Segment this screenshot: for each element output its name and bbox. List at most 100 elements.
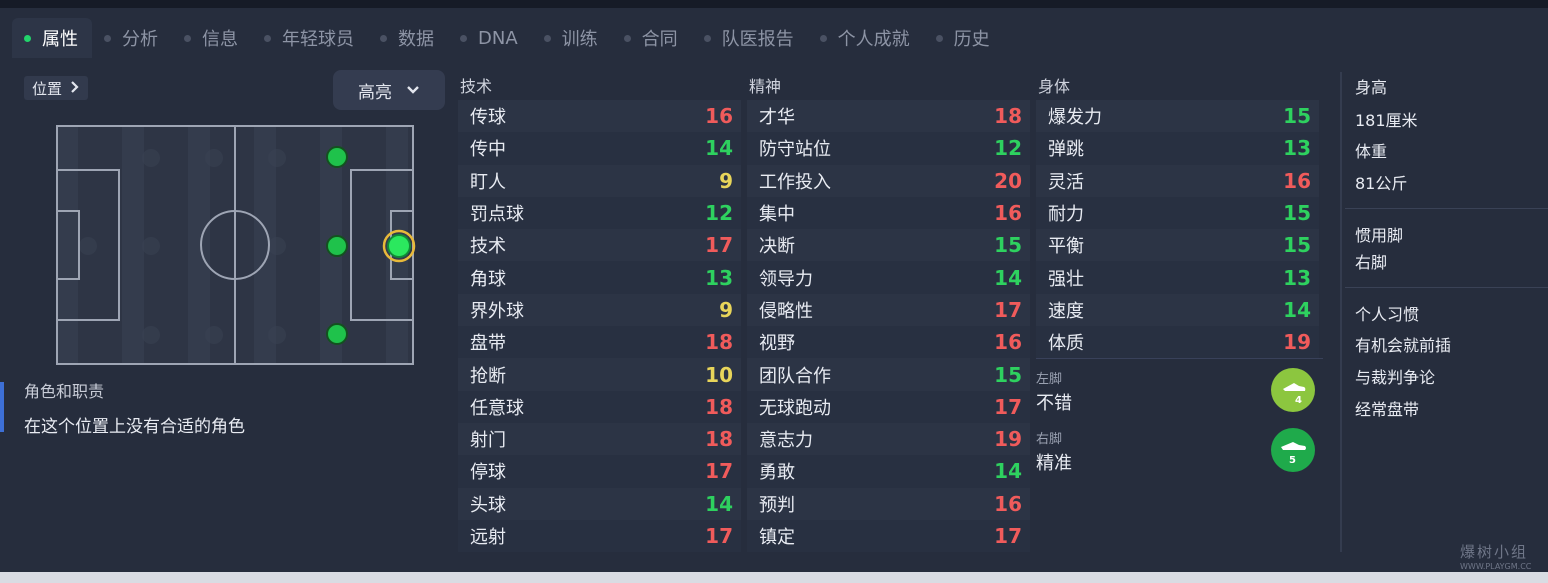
position-marker-forward-left xyxy=(326,146,348,168)
attribute-row[interactable]: 耐力 15 xyxy=(1036,196,1319,230)
tab-youth[interactable]: 年轻球员 xyxy=(252,18,368,58)
attribute-value: 17 xyxy=(705,524,733,548)
attribute-value: 15 xyxy=(1283,233,1311,258)
weight-label: 体重 xyxy=(1355,142,1388,161)
attribute-row[interactable]: 勇敢 14 xyxy=(747,455,1030,488)
boot-rating-icon: 5 xyxy=(1271,428,1315,472)
tab-label: 数据 xyxy=(398,29,434,50)
attribute-row[interactable]: 领导力 14 xyxy=(747,261,1030,294)
attribute-value: 16 xyxy=(994,201,1022,226)
tab-dna[interactable]: DNA xyxy=(448,18,532,58)
tab-label: 队医报告 xyxy=(721,29,794,50)
tab-status-dot xyxy=(380,34,387,42)
attribute-name: 传球 xyxy=(470,107,506,129)
attribute-name: 视野 xyxy=(759,333,795,355)
attribute-row[interactable]: 射门 18 xyxy=(458,422,741,456)
tab-history[interactable]: 历史 xyxy=(924,18,1004,58)
attribute-row[interactable]: 罚点球 12 xyxy=(458,196,741,230)
physical-attributes: 身体 爆发力 15 弹跳 13 灵活 16 耐力 15 平衡 15 强壮 13 速度 14 体质 19 xyxy=(1036,74,1319,359)
tab-achievements[interactable]: 个人成就 xyxy=(808,18,924,58)
attribute-row[interactable]: 界外球 9 xyxy=(458,293,741,327)
tab-attributes[interactable]: 属性 xyxy=(12,18,92,58)
technical-attributes: 技术 传球 16 传中 14 盯人 9 罚点球 12 技术 17 角球 13 界外球 9 盘带 18 抢断 10 任… xyxy=(458,74,741,553)
divider xyxy=(1345,287,1548,288)
highlight-dropdown[interactable]: 高亮 xyxy=(333,70,445,110)
height-label: 身高 xyxy=(1355,78,1388,97)
attribute-row[interactable]: 头球 14 xyxy=(458,487,741,520)
tab-info[interactable]: 信息 xyxy=(172,18,252,58)
attribute-value: 12 xyxy=(705,201,733,226)
attribute-row[interactable]: 体质 19 xyxy=(1036,326,1319,359)
attribute-row[interactable]: 传球 16 xyxy=(458,100,741,133)
attribute-name: 才华 xyxy=(759,107,795,129)
attribute-name: 弹跳 xyxy=(1048,139,1084,161)
attribute-row[interactable]: 镇定 17 xyxy=(747,519,1030,553)
attribute-row[interactable]: 传中 14 xyxy=(458,132,741,165)
attribute-row[interactable]: 防守站位 12 xyxy=(747,132,1030,165)
attribute-value: 17 xyxy=(705,233,733,258)
left-accent-bar xyxy=(0,382,4,432)
tab-status-dot xyxy=(104,34,111,42)
attribute-value: 14 xyxy=(705,491,733,516)
column-title: 精神 xyxy=(749,77,782,96)
tab-status-dot xyxy=(184,34,191,42)
attribute-value: 17 xyxy=(994,524,1022,548)
attribute-row[interactable]: 平衡 15 xyxy=(1036,229,1319,262)
attribute-row[interactable]: 意志力 19 xyxy=(747,422,1030,456)
attribute-row[interactable]: 远射 17 xyxy=(458,519,741,553)
attribute-row[interactable]: 停球 17 xyxy=(458,455,741,488)
attribute-row[interactable]: 盯人 9 xyxy=(458,164,741,197)
attribute-value: 10 xyxy=(705,362,733,387)
attribute-name: 罚点球 xyxy=(470,204,524,226)
attribute-row[interactable]: 技术 17 xyxy=(458,229,741,262)
watermark-line-1: 爆树小组 xyxy=(1460,543,1529,561)
attribute-value: 19 xyxy=(1283,330,1311,355)
attribute-list: 爆发力 15 弹跳 13 灵活 16 耐力 15 平衡 15 强壮 13 速度 14 体质 19 xyxy=(1036,100,1319,359)
attribute-row[interactable]: 预判 16 xyxy=(747,487,1030,520)
role-empty-text: 在这个位置上没有合适的角色 xyxy=(24,417,245,437)
weight-value: 81公斤 xyxy=(1355,174,1408,193)
attribute-row[interactable]: 爆发力 15 xyxy=(1036,100,1319,133)
attribute-row[interactable]: 强壮 13 xyxy=(1036,261,1319,294)
attribute-name: 远射 xyxy=(470,527,506,548)
attribute-row[interactable]: 抢断 10 xyxy=(458,358,741,391)
tab-training[interactable]: 训练 xyxy=(532,18,612,58)
tab-label: 属性 xyxy=(42,29,78,50)
attribute-name: 耐力 xyxy=(1048,204,1084,226)
position-button[interactable]: 位置 xyxy=(24,76,89,100)
attribute-name: 集中 xyxy=(759,204,795,226)
attribute-name: 技术 xyxy=(470,236,506,258)
attribute-row[interactable]: 才华 18 xyxy=(747,100,1030,133)
attribute-row[interactable]: 任意球 18 xyxy=(458,390,741,423)
attribute-row[interactable]: 盘带 18 xyxy=(458,326,741,359)
attribute-value: 15 xyxy=(994,362,1022,387)
tab-status-dot xyxy=(703,34,711,42)
tab-contract[interactable]: 合同 xyxy=(612,18,692,58)
attribute-name: 预判 xyxy=(759,494,795,516)
attribute-row[interactable]: 侵略性 17 xyxy=(747,293,1030,327)
attribute-row[interactable]: 弹跳 13 xyxy=(1036,132,1319,165)
attribute-row[interactable]: 无球跑动 17 xyxy=(747,390,1030,423)
tab-medical-report[interactable]: 队医报告 xyxy=(692,18,808,58)
tab-data[interactable]: 数据 xyxy=(368,18,448,58)
attribute-name: 侵略性 xyxy=(759,300,813,322)
tab-analysis[interactable]: 分析 xyxy=(92,18,172,58)
attribute-value: 15 xyxy=(1283,104,1311,129)
attribute-row[interactable]: 速度 14 xyxy=(1036,293,1319,327)
attribute-name: 强壮 xyxy=(1048,268,1084,290)
attribute-row[interactable]: 决断 15 xyxy=(747,229,1030,262)
attribute-value: 18 xyxy=(705,330,733,355)
tab-label: DNA xyxy=(478,27,518,49)
attribute-value: 19 xyxy=(994,427,1022,452)
attribute-row[interactable]: 角球 13 xyxy=(458,261,741,294)
attribute-row[interactable]: 灵活 16 xyxy=(1036,164,1319,197)
attribute-name: 爆发力 xyxy=(1048,107,1102,129)
attribute-row[interactable]: 团队合作 15 xyxy=(747,358,1030,391)
attribute-name: 盯人 xyxy=(470,171,506,193)
attribute-name: 抢断 xyxy=(470,365,506,387)
attribute-row[interactable]: 视野 16 xyxy=(747,326,1030,359)
left-foot: 左脚 不错 4 xyxy=(1036,368,1319,420)
habit-item: 经常盘带 xyxy=(1355,400,1420,419)
attribute-row[interactable]: 集中 16 xyxy=(747,196,1030,230)
attribute-row[interactable]: 工作投入 20 xyxy=(747,164,1030,197)
